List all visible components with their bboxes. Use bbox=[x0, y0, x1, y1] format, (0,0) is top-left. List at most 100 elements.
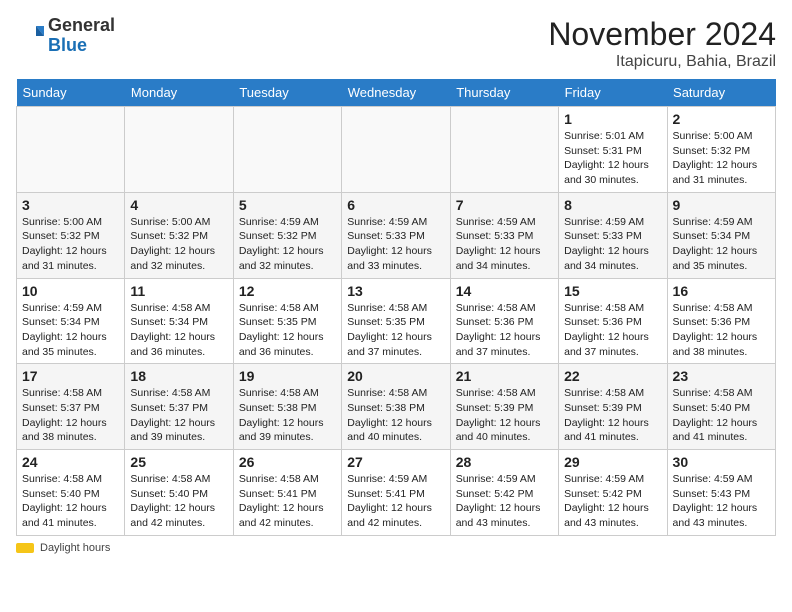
calendar-cell: 6 Sunrise: 4:59 AM Sunset: 5:33 PM Daylig… bbox=[342, 192, 450, 278]
calendar-cell: 5 Sunrise: 4:59 AM Sunset: 5:32 PM Daylig… bbox=[233, 192, 341, 278]
day-detail: Sunrise: 4:58 AM Sunset: 5:36 PM Dayligh… bbox=[673, 301, 770, 360]
day-number: 28 bbox=[456, 454, 553, 470]
month-title: November 2024 bbox=[548, 16, 776, 53]
day-number: 11 bbox=[130, 283, 227, 299]
calendar-cell: 4 Sunrise: 5:00 AM Sunset: 5:32 PM Daylig… bbox=[125, 192, 233, 278]
calendar-cell: 20Sunrise: 4:58 AM Sunset: 5:38 PM Dayli… bbox=[342, 364, 450, 450]
calendar-week-row: 3 Sunrise: 5:00 AM Sunset: 5:32 PM Daylig… bbox=[17, 192, 776, 278]
calendar-cell: 28 Sunrise: 4:59 AM Sunset: 5:42 PM Dayli… bbox=[450, 450, 558, 536]
weekday-header: Friday bbox=[559, 79, 667, 107]
calendar-cell: 9 Sunrise: 4:59 AM Sunset: 5:34 PM Daylig… bbox=[667, 192, 775, 278]
calendar-cell bbox=[17, 107, 125, 193]
legend-bar-icon bbox=[16, 543, 34, 553]
day-detail: Sunrise: 5:00 AM Sunset: 5:32 PM Dayligh… bbox=[673, 129, 770, 188]
day-detail: Sunrise: 4:59 AM Sunset: 5:42 PM Dayligh… bbox=[564, 472, 661, 531]
day-number: 13 bbox=[347, 283, 444, 299]
calendar-cell bbox=[342, 107, 450, 193]
calendar-cell: 1Sunrise: 5:01 AM Sunset: 5:31 PM Daylig… bbox=[559, 107, 667, 193]
calendar-week-row: 24 Sunrise: 4:58 AM Sunset: 5:40 PM Dayli… bbox=[17, 450, 776, 536]
day-detail: Sunrise: 4:59 AM Sunset: 5:33 PM Dayligh… bbox=[456, 215, 553, 274]
day-number: 21 bbox=[456, 368, 553, 384]
day-number: 7 bbox=[456, 197, 553, 213]
weekday-header: Monday bbox=[125, 79, 233, 107]
weekday-header: Sunday bbox=[17, 79, 125, 107]
weekday-header: Tuesday bbox=[233, 79, 341, 107]
calendar-week-row: 17 Sunrise: 4:58 AM Sunset: 5:37 PM Dayli… bbox=[17, 364, 776, 450]
calendar-cell: 23Sunrise: 4:58 AM Sunset: 5:40 PM Dayli… bbox=[667, 364, 775, 450]
day-number: 10 bbox=[22, 283, 119, 299]
day-detail: Sunrise: 4:59 AM Sunset: 5:42 PM Dayligh… bbox=[456, 472, 553, 531]
calendar-cell bbox=[450, 107, 558, 193]
day-number: 26 bbox=[239, 454, 336, 470]
day-detail: Sunrise: 4:58 AM Sunset: 5:36 PM Dayligh… bbox=[564, 301, 661, 360]
day-detail: Sunrise: 4:58 AM Sunset: 5:35 PM Dayligh… bbox=[347, 301, 444, 360]
day-number: 3 bbox=[22, 197, 119, 213]
day-number: 18 bbox=[130, 368, 227, 384]
calendar-cell: 3 Sunrise: 5:00 AM Sunset: 5:32 PM Daylig… bbox=[17, 192, 125, 278]
day-number: 6 bbox=[347, 197, 444, 213]
calendar-cell bbox=[233, 107, 341, 193]
logo-general-text: General bbox=[48, 15, 115, 35]
day-detail: Sunrise: 4:58 AM Sunset: 5:34 PM Dayligh… bbox=[130, 301, 227, 360]
day-number: 2 bbox=[673, 111, 770, 127]
calendar-cell: 7 Sunrise: 4:59 AM Sunset: 5:33 PM Daylig… bbox=[450, 192, 558, 278]
day-detail: Sunrise: 4:59 AM Sunset: 5:34 PM Dayligh… bbox=[22, 301, 119, 360]
day-number: 4 bbox=[130, 197, 227, 213]
day-detail: Sunrise: 4:59 AM Sunset: 5:34 PM Dayligh… bbox=[673, 215, 770, 274]
day-number: 17 bbox=[22, 368, 119, 384]
location-text: Itapicuru, Bahia, Brazil bbox=[548, 53, 776, 71]
calendar-table: SundayMondayTuesdayWednesdayThursdayFrid… bbox=[16, 79, 776, 536]
calendar-cell: 18Sunrise: 4:58 AM Sunset: 5:37 PM Dayli… bbox=[125, 364, 233, 450]
calendar-cell: 15Sunrise: 4:58 AM Sunset: 5:36 PM Dayli… bbox=[559, 278, 667, 364]
day-detail: Sunrise: 4:58 AM Sunset: 5:41 PM Dayligh… bbox=[239, 472, 336, 531]
calendar-week-row: 10 Sunrise: 4:59 AM Sunset: 5:34 PM Dayli… bbox=[17, 278, 776, 364]
weekday-header: Wednesday bbox=[342, 79, 450, 107]
calendar-cell: 17 Sunrise: 4:58 AM Sunset: 5:37 PM Dayli… bbox=[17, 364, 125, 450]
day-detail: Sunrise: 4:59 AM Sunset: 5:33 PM Dayligh… bbox=[347, 215, 444, 274]
calendar-cell: 30Sunrise: 4:59 AM Sunset: 5:43 PM Dayli… bbox=[667, 450, 775, 536]
weekday-header: Saturday bbox=[667, 79, 775, 107]
day-number: 22 bbox=[564, 368, 661, 384]
day-detail: Sunrise: 4:58 AM Sunset: 5:40 PM Dayligh… bbox=[673, 386, 770, 445]
day-number: 8 bbox=[564, 197, 661, 213]
day-number: 5 bbox=[239, 197, 336, 213]
day-detail: Sunrise: 4:58 AM Sunset: 5:37 PM Dayligh… bbox=[22, 386, 119, 445]
day-number: 27 bbox=[347, 454, 444, 470]
day-detail: Sunrise: 4:58 AM Sunset: 5:39 PM Dayligh… bbox=[456, 386, 553, 445]
day-number: 16 bbox=[673, 283, 770, 299]
day-detail: Sunrise: 4:59 AM Sunset: 5:41 PM Dayligh… bbox=[347, 472, 444, 531]
day-number: 29 bbox=[564, 454, 661, 470]
calendar-header: SundayMondayTuesdayWednesdayThursdayFrid… bbox=[17, 79, 776, 107]
day-number: 24 bbox=[22, 454, 119, 470]
day-detail: Sunrise: 4:59 AM Sunset: 5:32 PM Dayligh… bbox=[239, 215, 336, 274]
day-detail: Sunrise: 4:59 AM Sunset: 5:43 PM Dayligh… bbox=[673, 472, 770, 531]
calendar-cell: 27 Sunrise: 4:59 AM Sunset: 5:41 PM Dayli… bbox=[342, 450, 450, 536]
calendar-week-row: 1Sunrise: 5:01 AM Sunset: 5:31 PM Daylig… bbox=[17, 107, 776, 193]
day-detail: Sunrise: 4:58 AM Sunset: 5:36 PM Dayligh… bbox=[456, 301, 553, 360]
calendar-cell: 29 Sunrise: 4:59 AM Sunset: 5:42 PM Dayli… bbox=[559, 450, 667, 536]
logo: General Blue bbox=[16, 16, 115, 56]
day-detail: Sunrise: 4:58 AM Sunset: 5:40 PM Dayligh… bbox=[130, 472, 227, 531]
logo-icon bbox=[16, 22, 44, 50]
day-number: 20 bbox=[347, 368, 444, 384]
calendar-cell: 14 Sunrise: 4:58 AM Sunset: 5:36 PM Dayli… bbox=[450, 278, 558, 364]
day-detail: Sunrise: 5:00 AM Sunset: 5:32 PM Dayligh… bbox=[22, 215, 119, 274]
day-detail: Sunrise: 5:00 AM Sunset: 5:32 PM Dayligh… bbox=[130, 215, 227, 274]
calendar-cell: 21 Sunrise: 4:58 AM Sunset: 5:39 PM Dayli… bbox=[450, 364, 558, 450]
day-detail: Sunrise: 5:01 AM Sunset: 5:31 PM Dayligh… bbox=[564, 129, 661, 188]
day-number: 9 bbox=[673, 197, 770, 213]
calendar-cell: 26 Sunrise: 4:58 AM Sunset: 5:41 PM Dayli… bbox=[233, 450, 341, 536]
legend: Daylight hours bbox=[16, 542, 776, 554]
calendar-cell: 19 Sunrise: 4:58 AM Sunset: 5:38 PM Dayli… bbox=[233, 364, 341, 450]
title-block: November 2024 Itapicuru, Bahia, Brazil bbox=[548, 16, 776, 71]
logo-blue-text: Blue bbox=[48, 35, 87, 55]
day-number: 14 bbox=[456, 283, 553, 299]
calendar-cell: 16 Sunrise: 4:58 AM Sunset: 5:36 PM Dayli… bbox=[667, 278, 775, 364]
day-number: 19 bbox=[239, 368, 336, 384]
day-detail: Sunrise: 4:58 AM Sunset: 5:39 PM Dayligh… bbox=[564, 386, 661, 445]
legend-label: Daylight hours bbox=[40, 542, 110, 554]
calendar-cell: 10 Sunrise: 4:59 AM Sunset: 5:34 PM Dayli… bbox=[17, 278, 125, 364]
calendar-cell: 12Sunrise: 4:58 AM Sunset: 5:35 PM Dayli… bbox=[233, 278, 341, 364]
day-detail: Sunrise: 4:58 AM Sunset: 5:38 PM Dayligh… bbox=[239, 386, 336, 445]
day-number: 25 bbox=[130, 454, 227, 470]
